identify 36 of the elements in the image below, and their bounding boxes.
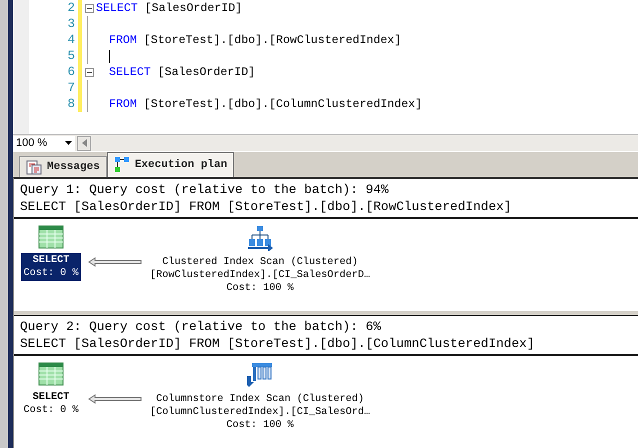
line-number: 3 bbox=[66, 17, 76, 31]
operator-label[interactable]: Clustered Index Scan (Clustered) [RowClusteredIndex].[CI_SalesOrderD… Cost: 100 % bbox=[148, 255, 372, 296]
operator-label[interactable]: Columnstore Index Scan (Clustered) [ColumnClusteredIndex].[CI_SalesOrd… Cost: 100 % bbox=[148, 392, 372, 433]
query-statement: SELECT [SalesOrderID] FROM [StoreTest].[dbo].[RowClusteredIndex] bbox=[20, 198, 512, 215]
code-line: FROM [StoreTest].[dbo].[RowClusteredIndex] bbox=[109, 34, 402, 46]
plan-icon bbox=[114, 157, 130, 173]
results-tab[interactable]: Messages bbox=[19, 156, 107, 177]
line-number: 6 bbox=[66, 65, 76, 79]
index-scan-icon[interactable] bbox=[247, 225, 274, 251]
query-cost-text: Query 1: Query cost (relative to the batch): 94% bbox=[20, 181, 390, 198]
query-statement: SELECT [SalesOrderID] FROM [StoreTest].[dbo].[ColumnClusteredIndex] bbox=[20, 335, 536, 352]
scroll-left-button[interactable] bbox=[77, 136, 91, 150]
arrow-icon bbox=[88, 257, 142, 267]
table-icon[interactable] bbox=[38, 362, 64, 386]
line-number: 8 bbox=[66, 97, 76, 111]
collapse-icon[interactable] bbox=[84, 68, 94, 76]
left-arrow-icon bbox=[82, 139, 86, 147]
columnstore-scan-icon[interactable] bbox=[247, 362, 274, 388]
dropdown-arrow-icon bbox=[65, 141, 72, 145]
line-number: 7 bbox=[66, 81, 76, 95]
text-cursor bbox=[109, 50, 110, 62]
table-icon[interactable] bbox=[38, 225, 64, 249]
zoom-dropdown[interactable]: 100 % bbox=[13, 136, 75, 150]
code-line: SELECT [SalesOrderID] bbox=[109, 66, 256, 78]
document-icon bbox=[26, 159, 42, 175]
query-cost-text: Query 2: Query cost (relative to the batch): 6% bbox=[20, 318, 382, 335]
code-line: SELECT [SalesOrderID] bbox=[96, 2, 242, 14]
results-tab[interactable]: Execution plan bbox=[106, 152, 234, 177]
arrow-icon bbox=[88, 394, 142, 404]
code-line: FROM [StoreTest].[dbo].[ColumnClusteredIndex] bbox=[109, 98, 422, 110]
operator-label[interactable]: SELECT Cost: 0 % bbox=[21, 390, 81, 418]
collapse-icon[interactable] bbox=[84, 4, 94, 12]
line-number: 5 bbox=[66, 49, 76, 63]
line-number: 4 bbox=[66, 33, 76, 47]
operator-label[interactable]: SELECT Cost: 0 % bbox=[21, 253, 81, 281]
line-number: 2 bbox=[66, 1, 76, 15]
